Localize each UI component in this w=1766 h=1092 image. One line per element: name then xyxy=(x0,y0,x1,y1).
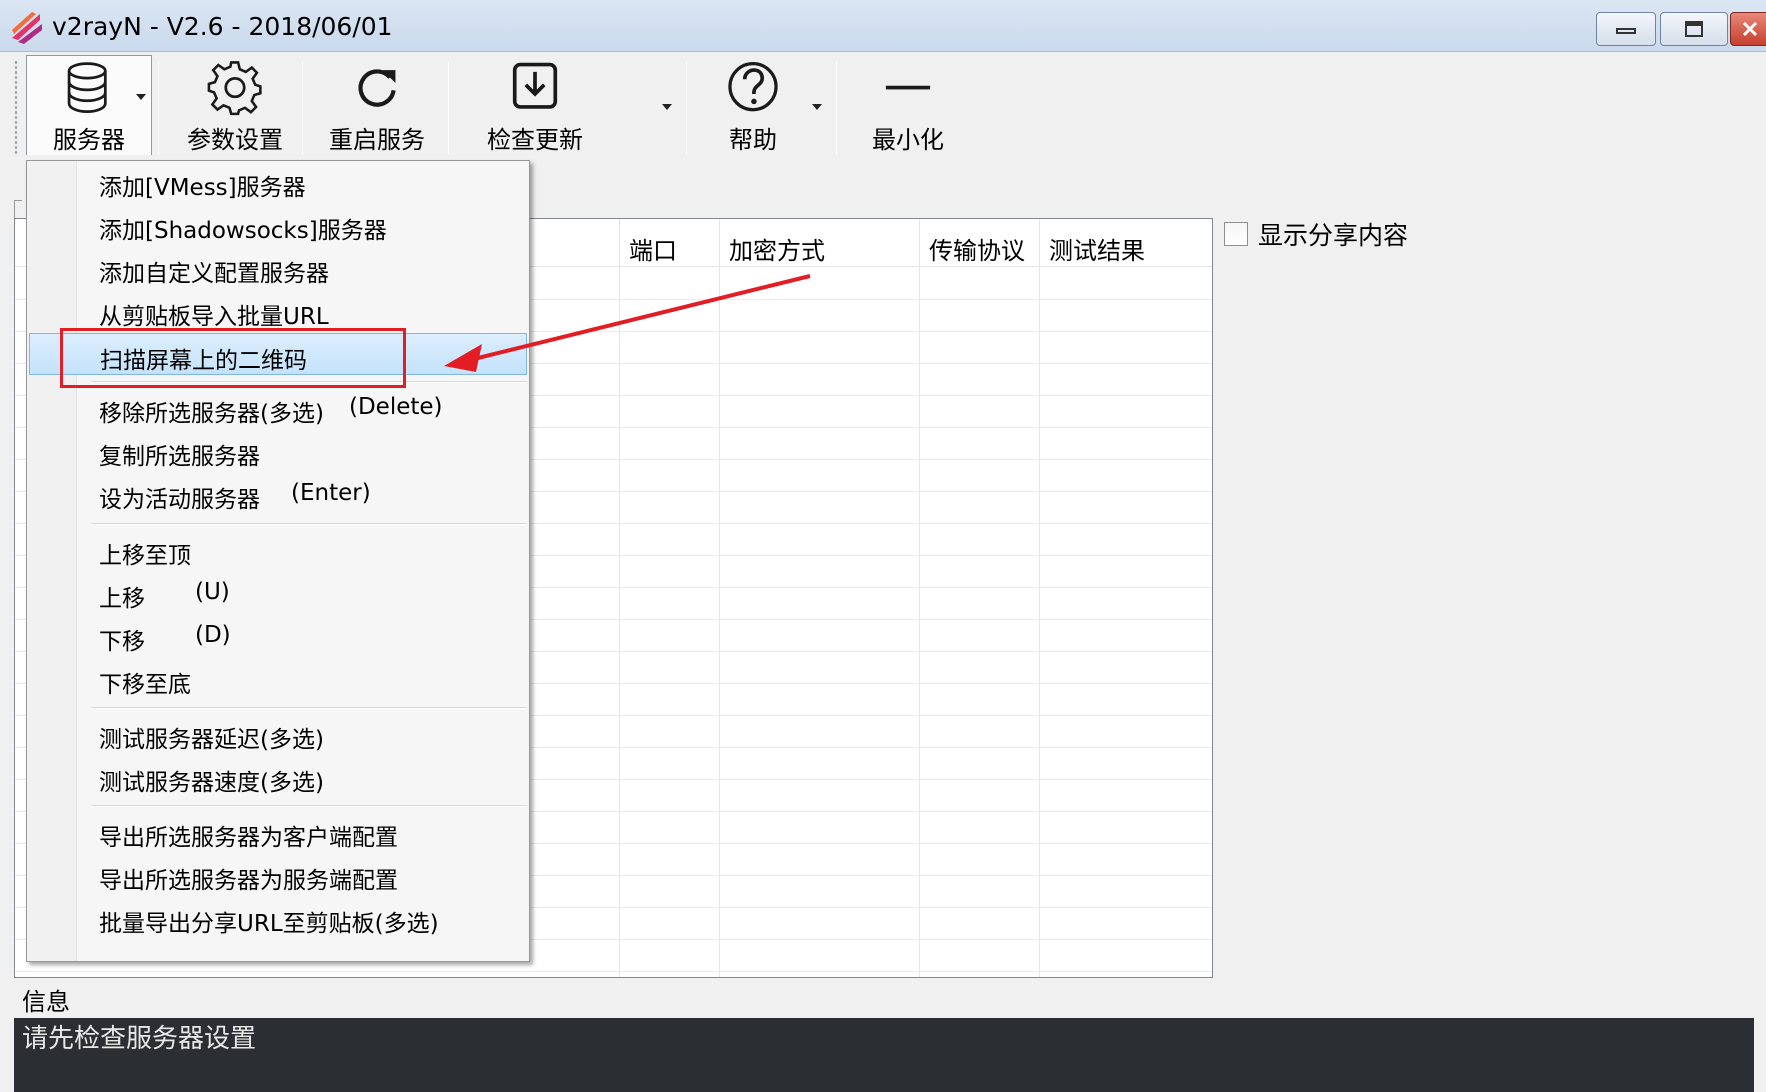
annotation-arrow xyxy=(444,274,811,372)
